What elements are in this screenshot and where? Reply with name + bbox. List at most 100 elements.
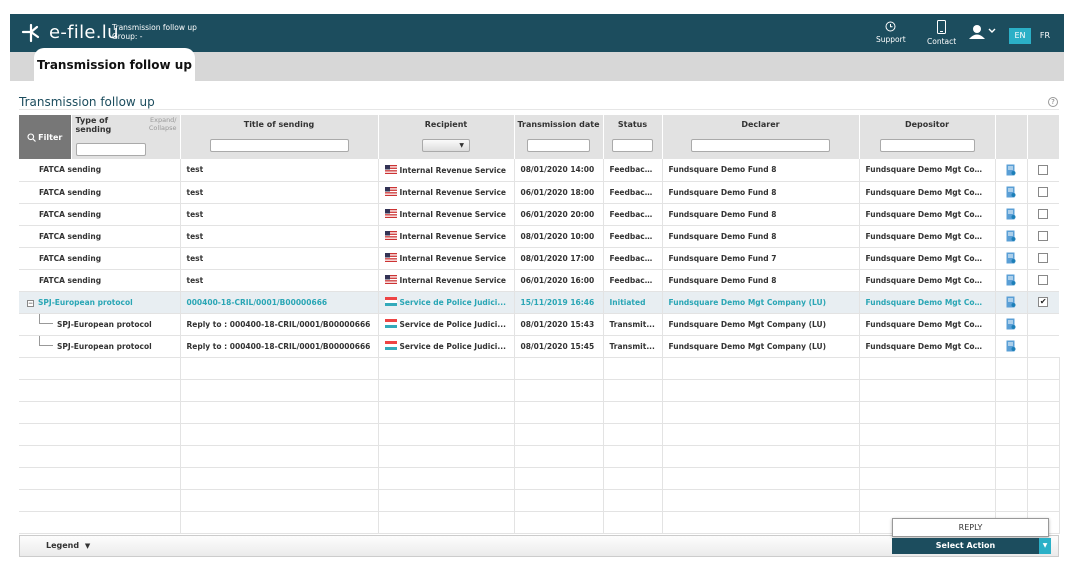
col-recipient-label: Recipient [424,120,468,129]
collapse-icon[interactable]: − [27,299,34,307]
col-depositor-label: Depositor [904,120,950,129]
us-flag-icon [384,275,397,284]
recipient-text: Internal Revenue Service [399,276,506,285]
logo[interactable]: e-file.lu [21,22,119,43]
filter-title-input[interactable] [209,139,349,152]
type-text: FATCA sending [39,209,102,219]
row-checkbox[interactable] [1038,187,1049,197]
document-icon[interactable] [1006,340,1016,352]
filter-button-inner: Filter [19,115,71,159]
cell-status: Transmit... [603,335,663,358]
recipient-text: Internal Revenue Service [399,188,506,197]
cell-type: FATCA sending [19,181,181,204]
empty-cell [603,511,663,534]
us-flag-icon [384,253,397,262]
filter-status-input[interactable] [612,139,653,152]
document-icon[interactable] [1006,186,1016,198]
row-checkbox[interactable] [1038,164,1049,175]
empty-cell [378,379,515,402]
cell-select [1027,247,1059,270]
empty-cell [1027,489,1060,512]
legend-button[interactable]: Legend ▼ [46,541,90,550]
row-checkbox[interactable]: ✔ [1038,297,1049,307]
us-flag-icon [384,164,397,174]
document-icon[interactable] [1006,318,1016,330]
recipient-text: Internal Revenue Service [399,254,506,263]
table-row[interactable]: SPJ-European protocol Reply to : 000400-1… [19,335,1059,358]
empty-row [19,401,1060,424]
empty-row [19,423,1060,446]
select-action-button[interactable]: Select Action ▼ [892,538,1051,554]
filter-declarer-input[interactable] [691,139,830,152]
empty-cell [859,467,996,490]
logo-text: e-file.lu [49,22,119,43]
row-checkbox[interactable] [1038,231,1049,241]
filter-date-input[interactable] [527,139,590,152]
user-menu-button[interactable] [968,24,998,44]
cell-date: 06/01/2020 16:00 [514,269,604,292]
cell-recipient: Internal Revenue Service [378,159,515,182]
cell-status: Feedback... [603,181,663,204]
empty-cell [180,423,379,446]
cell-select [1027,269,1059,292]
empty-cell [378,489,515,512]
document-icon[interactable] [1006,164,1016,176]
table-row[interactable]: − SPJ-European protocol 000400-18-CRIL/000… [19,291,1059,314]
recipient-text: Service de Police Judici... [399,342,506,351]
empty-cell [1027,467,1060,490]
filter-depositor-input[interactable] [879,139,975,152]
cell-status: Feedback... [603,203,663,226]
document-icon[interactable] [1006,252,1016,264]
cell-select [1027,203,1059,226]
cell-title: 000400-18-CRIL/0001/B00000666 [180,291,379,314]
document-icon[interactable] [1006,230,1016,242]
filter-recipient-select[interactable]: ▼ [422,139,470,152]
row-checkbox[interactable] [1038,209,1049,219]
table-row[interactable]: FATCA sending test Internal Revenue Servic… [19,269,1059,292]
help-icon[interactable]: ? [1048,97,1058,107]
cell-document [995,159,1028,182]
tab-transmission-follow-up[interactable]: Transmission follow up [34,48,195,81]
lang-en-button[interactable]: EN [1009,28,1031,44]
filter-button[interactable]: Filter [19,115,72,159]
table-row[interactable]: FATCA sending test Internal Revenue Servic… [19,203,1059,226]
lang-fr-button[interactable]: FR [1034,28,1056,44]
cell-type: FATCA sending [19,225,181,248]
filter-type-input[interactable] [75,143,146,156]
row-checkbox[interactable] [1038,275,1049,285]
document-icon[interactable] [1006,208,1016,220]
contact-button[interactable]: Contact [927,20,956,46]
document-icon[interactable] [1006,296,1016,308]
cell-depositor: Fundsquare Demo Mgt Compa... [859,291,996,314]
expand-collapse-link[interactable]: Expand/ Collapse [137,116,177,132]
tree-connector [39,335,53,346]
col-declarer-label: Declarer [741,120,780,129]
support-button[interactable]: Support [876,21,906,44]
cell-depositor: Fundsquare Demo Mgt Compa... [859,335,996,358]
table-row[interactable]: FATCA sending test Internal Revenue Servic… [19,225,1059,248]
empty-row [19,379,1060,402]
table-row[interactable]: FATCA sending test Internal Revenue Servic… [19,181,1059,204]
empty-cell [180,489,379,512]
empty-cell [662,401,860,424]
cell-date: 06/01/2020 20:00 [514,203,604,226]
cell-depositor: Fundsquare Demo Mgt Compa... [859,225,996,248]
document-icon[interactable] [1006,274,1016,286]
row-checkbox[interactable] [1038,253,1049,263]
col-recipient: Recipient ▼ [378,115,515,159]
recipient-text: Internal Revenue Service [399,210,506,219]
table-row[interactable]: FATCA sending test Internal Revenue Servic… [19,247,1059,270]
table-row[interactable]: FATCA sending test Internal Revenue Servic… [19,159,1059,182]
cell-document [995,181,1028,204]
empty-cell [1027,423,1060,446]
cell-declarer: Fundsquare Demo Fund 8 [662,181,860,204]
type-text: FATCA sending [39,165,102,175]
reply-menu-item[interactable]: REPLY [892,518,1049,537]
empty-row [19,357,1060,380]
type-text: SPJ-European protocol [57,319,152,329]
cell-recipient: Internal Revenue Service [378,181,515,204]
cell-status: Initiated [603,291,663,314]
empty-cell [995,401,1028,424]
table-row[interactable]: SPJ-European protocol Reply to : 000400-1… [19,313,1059,336]
logo-mark-icon [21,23,40,42]
